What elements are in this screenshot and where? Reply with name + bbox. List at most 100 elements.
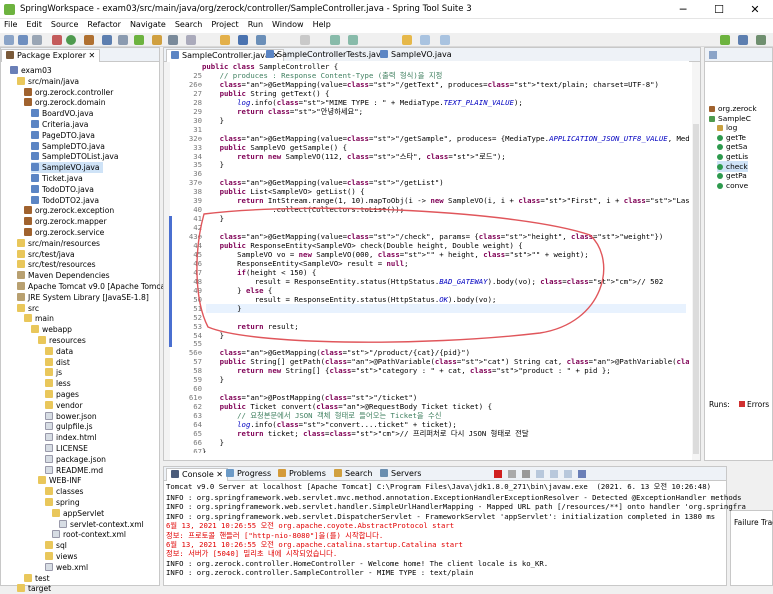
- terminate-icon[interactable]: [494, 470, 502, 478]
- tab-problems[interactable]: Problems: [274, 468, 330, 481]
- tree-item[interactable]: gulpfile.js: [45, 421, 93, 432]
- toggle-mark-icon[interactable]: [186, 35, 196, 45]
- tree-item[interactable]: TodoDTO.java: [31, 184, 94, 195]
- tab-servers[interactable]: Servers: [376, 468, 425, 481]
- tree-item[interactable]: Maven Dependencies: [17, 270, 110, 281]
- menu-edit[interactable]: Edit: [22, 19, 47, 29]
- code-line[interactable]: return new String[] {class="st">"categor…: [202, 366, 610, 375]
- menu-run[interactable]: Run: [244, 19, 268, 29]
- code-line[interactable]: public String[] getPath(class="an">@Path…: [202, 357, 689, 366]
- debug-icon[interactable]: [52, 35, 62, 45]
- code-line[interactable]: public SampleVO getSample() {: [202, 143, 347, 152]
- tree-item[interactable]: src/main/java: [17, 76, 79, 87]
- tab-console[interactable]: Console ✕: [166, 468, 229, 481]
- tree-item[interactable]: classes: [45, 486, 83, 497]
- outline-item[interactable]: conve: [717, 180, 748, 191]
- code-line[interactable]: return IntStream.range(1, 10).mapToObj(i…: [202, 196, 689, 205]
- block-selection-icon[interactable]: [256, 35, 266, 45]
- tab-search[interactable]: Search: [330, 468, 376, 481]
- tree-item[interactable]: src/test/resources: [17, 259, 96, 270]
- menu-navigate[interactable]: Navigate: [126, 19, 171, 29]
- tree-item[interactable]: Ticket.java: [31, 173, 83, 184]
- search-icon[interactable]: [152, 35, 162, 45]
- pin-console-icon[interactable]: [564, 470, 572, 478]
- tree-item[interactable]: src/test/java: [17, 249, 75, 260]
- show-whitespace-icon[interactable]: [300, 35, 310, 45]
- code-line[interactable]: class="an">@PostMapping(class="st">"/tic…: [202, 393, 418, 402]
- code-line[interactable]: log.info(class="st">"convert....ticket" …: [202, 420, 457, 429]
- code-line[interactable]: class="an">@GetMapping(value=class="st">…: [202, 80, 659, 89]
- menu-search[interactable]: Search: [171, 19, 207, 29]
- external-tools-icon[interactable]: [84, 35, 94, 45]
- tree-item[interactable]: bower.json: [45, 411, 97, 422]
- new-java-class-icon[interactable]: [102, 35, 112, 45]
- java-perspective-icon[interactable]: [738, 35, 748, 45]
- close-button[interactable]: ✕: [737, 0, 773, 19]
- code-line[interactable]: return class="st">"안녕하세요";: [202, 107, 363, 117]
- tree-item[interactable]: target: [17, 583, 51, 594]
- save-icon[interactable]: [18, 35, 28, 45]
- outline-icon[interactable]: [709, 51, 717, 59]
- tree-item[interactable]: dist: [45, 357, 70, 368]
- tree-item[interactable]: WEB-INF: [38, 475, 82, 486]
- tree-item[interactable]: SampleDTO.java: [31, 141, 105, 152]
- tree-item[interactable]: spring: [45, 497, 80, 508]
- menu-project[interactable]: Project: [207, 19, 243, 29]
- new-icon[interactable]: [4, 35, 14, 45]
- spring-icon[interactable]: [134, 35, 144, 45]
- clear-console-icon[interactable]: [522, 470, 530, 478]
- scroll-lock-icon[interactable]: [536, 470, 544, 478]
- tree-item[interactable]: resources: [38, 335, 86, 346]
- code-line[interactable]: public String getText() {: [202, 89, 330, 98]
- pin-icon[interactable]: [220, 35, 230, 45]
- tree-item[interactable]: LICENSE: [45, 443, 88, 454]
- last-edit-icon[interactable]: [402, 35, 412, 45]
- tree-item[interactable]: PageDTO.java: [31, 130, 95, 141]
- tree-item[interactable]: exam03: [10, 65, 52, 76]
- code-line[interactable]: }: [202, 160, 224, 169]
- format-icon[interactable]: [238, 35, 248, 45]
- editor-scrollbar-thumb[interactable]: [693, 124, 699, 454]
- tree-item[interactable]: Apache Tomcat v9.0 [Apache Tomca: [17, 281, 165, 292]
- tree-item[interactable]: index.html: [45, 432, 97, 443]
- tree-item[interactable]: src/main/resources: [17, 238, 100, 249]
- tree-item[interactable]: data: [45, 346, 73, 357]
- code-line[interactable]: public class SampleController {: [202, 62, 338, 71]
- tree-item[interactable]: pages: [45, 389, 79, 400]
- tree-item[interactable]: BoardVO.java: [31, 108, 93, 119]
- tree-item[interactable]: servlet-context.xml: [59, 519, 144, 530]
- tree-item[interactable]: org.zerock.controller: [24, 87, 113, 98]
- tree-item[interactable]: org.zerock.domain: [24, 97, 106, 108]
- remove-launch-icon[interactable]: [508, 470, 516, 478]
- tree-item[interactable]: org.zerock.service: [24, 227, 104, 238]
- tree-item[interactable]: Criteria.java: [31, 119, 88, 130]
- tree-item[interactable]: sql: [45, 540, 67, 551]
- tree-item[interactable]: package.json: [45, 454, 106, 465]
- tree-item[interactable]: root-context.xml: [52, 529, 126, 540]
- tree-item[interactable]: SampleVO.java: [31, 162, 103, 174]
- display-selected-console-icon[interactable]: [578, 470, 586, 478]
- maximize-button[interactable]: ☐: [701, 0, 737, 19]
- minimize-button[interactable]: ─: [665, 0, 701, 19]
- menu-window[interactable]: Window: [268, 19, 309, 29]
- tree-item[interactable]: views: [45, 551, 77, 562]
- word-wrap-icon[interactable]: [550, 470, 558, 478]
- tree-item[interactable]: src: [17, 303, 39, 314]
- tab-progress[interactable]: Progress: [222, 468, 275, 481]
- tree-item[interactable]: web.xml: [45, 562, 88, 573]
- back-icon[interactable]: [420, 35, 430, 45]
- menu-help[interactable]: Help: [309, 19, 336, 29]
- annotation-icon[interactable]: [168, 35, 178, 45]
- code-line[interactable]: }: [202, 116, 224, 125]
- menu-file[interactable]: File: [0, 19, 22, 29]
- package-explorer-tab[interactable]: Package Explorer ✕: [1, 49, 101, 62]
- code-line[interactable]: public List<SampleVO> getList() {: [202, 187, 365, 196]
- tree-item[interactable]: org.zerock.exception: [24, 205, 114, 216]
- tree-item[interactable]: org.zerock.mapper: [24, 216, 107, 227]
- code-line[interactable]: }: [202, 375, 224, 384]
- tree-item[interactable]: less: [45, 378, 71, 389]
- menu-refactor[interactable]: Refactor: [83, 19, 126, 29]
- code-line[interactable]: log.info(class="st">"MIME TYPE : " + Med…: [202, 98, 523, 107]
- tree-item[interactable]: js: [45, 367, 62, 378]
- tree-item[interactable]: webapp: [31, 324, 72, 335]
